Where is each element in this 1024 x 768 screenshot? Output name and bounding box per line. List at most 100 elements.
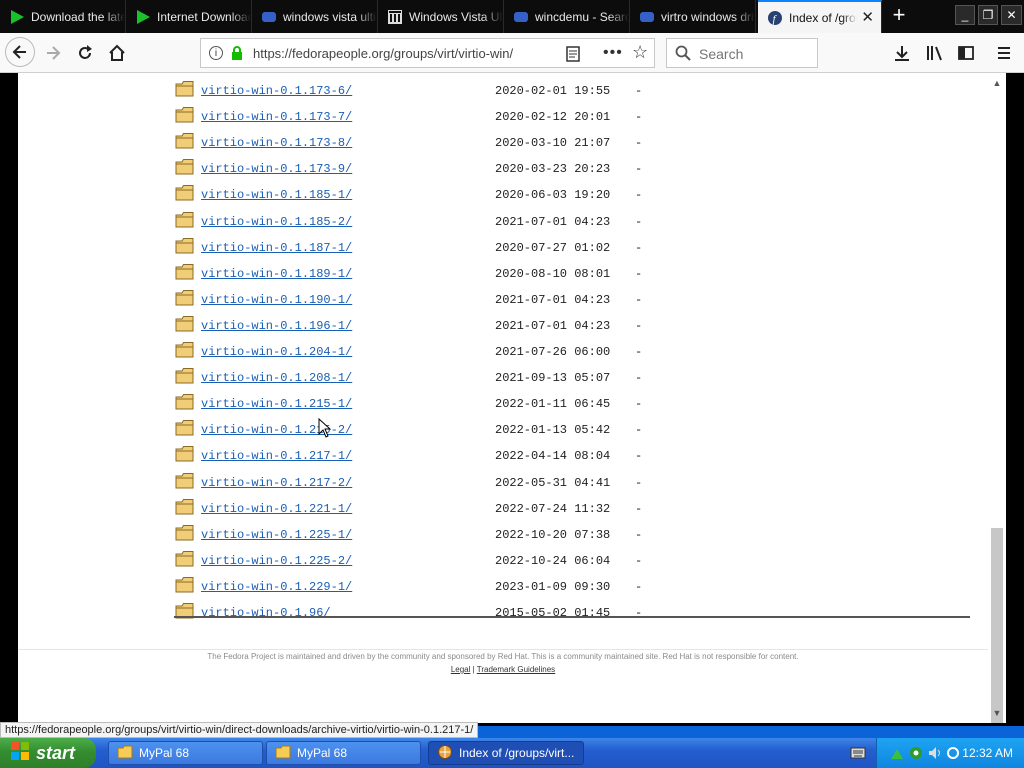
tab-internet-download[interactable]: Internet Download bbox=[126, 0, 252, 33]
vertical-scrollbar[interactable]: ▲ ▼ bbox=[988, 73, 1006, 723]
folder-icon bbox=[175, 132, 195, 149]
tab-title: wincdemu - Search bbox=[535, 9, 629, 24]
folder-link[interactable]: virtio-win-0.1.187-1/ bbox=[201, 241, 352, 255]
folder-link[interactable]: virtio-win-0.1.173-7/ bbox=[201, 110, 352, 124]
folder-link[interactable]: virtio-win-0.1.217-1/ bbox=[201, 449, 352, 463]
tab-wincdemu-search[interactable]: wincdemu - Search bbox=[504, 0, 630, 33]
clock[interactable]: 12:32 AM bbox=[962, 746, 1013, 760]
minimize-button[interactable]: _ bbox=[955, 5, 975, 25]
tab-title: Internet Download bbox=[157, 9, 251, 24]
folder-link[interactable]: virtio-win-0.1.173-9/ bbox=[201, 162, 352, 176]
folder-link[interactable]: virtio-win-0.1.204-1/ bbox=[201, 345, 352, 359]
windows-logo-icon bbox=[10, 741, 30, 766]
info-icon[interactable]: i bbox=[209, 46, 223, 60]
size: - bbox=[635, 553, 643, 568]
folder-icon bbox=[117, 745, 133, 762]
footer-links: Legal | Trademark Guidelines bbox=[18, 665, 988, 674]
listing-row: virtio-win-0.1.190-1/2021-07-01 04:23 - bbox=[18, 289, 988, 317]
close-tab-icon[interactable]: ✕ bbox=[861, 10, 874, 25]
tab-windows-vista-search[interactable]: windows vista ultimate bbox=[252, 0, 378, 33]
home-icon bbox=[109, 44, 125, 61]
folder-link[interactable]: virtio-win-0.1.215-1/ bbox=[201, 397, 352, 411]
taskbar-button-browser[interactable]: Index of /groups/virt... bbox=[428, 741, 584, 765]
legal-link[interactable]: Legal bbox=[451, 665, 471, 674]
trademark-guidelines-link[interactable]: Trademark Guidelines bbox=[477, 665, 555, 674]
folder-icon bbox=[175, 106, 195, 123]
folder-icon bbox=[175, 315, 195, 332]
restore-button[interactable]: ❐ bbox=[978, 5, 998, 25]
lock-icon[interactable] bbox=[230, 46, 244, 66]
size: - bbox=[635, 423, 643, 438]
volume-icon[interactable] bbox=[927, 745, 943, 764]
search-icon bbox=[675, 45, 691, 66]
size: - bbox=[635, 240, 643, 255]
folder-icon bbox=[175, 263, 195, 280]
folder-icon bbox=[175, 498, 195, 515]
downloads-button[interactable] bbox=[888, 39, 916, 67]
tab-windows-vista-archive[interactable]: Windows Vista Ultimate bbox=[378, 0, 504, 33]
scrollbar-thumb[interactable] bbox=[991, 528, 1003, 723]
folder-link[interactable]: virtio-win-0.1.189-1/ bbox=[201, 267, 352, 281]
listing-row: virtio-win-0.1.217-1/2022-04-14 08:04 - bbox=[18, 445, 988, 473]
listing-row: virtio-win-0.1.217-2/2022-05-31 04:41 - bbox=[18, 472, 988, 500]
folder-link[interactable]: virtio-win-0.1.190-1/ bbox=[201, 293, 352, 307]
size: - bbox=[635, 397, 643, 412]
scroll-down-arrow-icon[interactable]: ▼ bbox=[989, 705, 1005, 721]
reader-view-icon[interactable] bbox=[566, 46, 580, 67]
keyboard-icon[interactable] bbox=[850, 746, 866, 765]
size: - bbox=[635, 110, 643, 125]
folder-link[interactable]: virtio-win-0.1.229-1/ bbox=[201, 580, 352, 594]
search-bar[interactable] bbox=[666, 38, 818, 68]
taskbar-button-label: MyPal 68 bbox=[139, 746, 190, 760]
last-modified: 2021-07-01 04:23 bbox=[495, 214, 611, 229]
forward-button[interactable] bbox=[39, 39, 67, 67]
scroll-up-arrow-icon[interactable]: ▲ bbox=[989, 75, 1005, 91]
reload-button[interactable] bbox=[71, 39, 99, 67]
fedora-icon: f bbox=[767, 10, 783, 26]
folder-icon bbox=[175, 419, 195, 436]
folder-link[interactable]: virtio-win-0.1.221-1/ bbox=[201, 502, 352, 516]
bookmark-star-icon[interactable]: ☆ bbox=[632, 42, 648, 63]
listing-divider bbox=[174, 616, 970, 618]
menu-button[interactable] bbox=[990, 39, 1018, 67]
taskbar-button-mypal-2[interactable]: MyPal 68 bbox=[266, 741, 421, 765]
folder-link[interactable]: virtio-win-0.1.225-2/ bbox=[201, 554, 352, 568]
folder-link[interactable]: virtio-win-0.1.225-1/ bbox=[201, 528, 352, 542]
folder-link[interactable]: virtio-win-0.1.173-8/ bbox=[201, 136, 352, 150]
size: - bbox=[635, 162, 643, 177]
tab-index-of-groups[interactable]: f Index of /groups/virt ✕ bbox=[758, 0, 882, 33]
search-input[interactable] bbox=[697, 45, 811, 63]
folder-link[interactable]: virtio-win-0.1.217-2/ bbox=[201, 476, 352, 490]
url-bar[interactable]: i https://fedorapeople.org/groups/virt/v… bbox=[200, 38, 655, 68]
tab-virtro-drivers[interactable]: virtro windows drivers bbox=[630, 0, 756, 33]
folder-icon bbox=[175, 524, 195, 541]
taskbar-button-mypal-1[interactable]: MyPal 68 bbox=[108, 741, 263, 765]
start-button[interactable]: start bbox=[0, 738, 96, 768]
size: - bbox=[635, 318, 643, 333]
security-icon[interactable] bbox=[908, 745, 924, 764]
folder-link[interactable]: virtio-win-0.1.208-1/ bbox=[201, 371, 352, 385]
folder-icon bbox=[175, 445, 195, 462]
close-window-button[interactable]: ✕ bbox=[1001, 5, 1022, 25]
library-button[interactable] bbox=[920, 39, 948, 67]
folder-link[interactable]: virtio-win-0.1.185-2/ bbox=[201, 215, 352, 229]
sidebar-button[interactable] bbox=[952, 39, 980, 67]
size: - bbox=[635, 292, 643, 307]
folder-link[interactable]: virtio-win-0.1.196-1/ bbox=[201, 319, 352, 333]
listing-row: virtio-win-0.1.173-6/2020-02-01 19:55 - bbox=[18, 80, 988, 108]
home-button[interactable] bbox=[103, 39, 131, 67]
tab-download-latest[interactable]: Download the latest bbox=[0, 0, 126, 33]
folder-link[interactable]: virtio-win-0.1.173-6/ bbox=[201, 84, 352, 98]
sync-icon[interactable] bbox=[945, 745, 961, 764]
forward-arrow-icon bbox=[47, 46, 61, 60]
back-button[interactable] bbox=[5, 37, 35, 67]
folder-icon bbox=[175, 576, 195, 593]
page-footer: The Fedora Project is maintained and dri… bbox=[18, 649, 988, 679]
new-tab-button[interactable]: + bbox=[888, 4, 910, 28]
network-icon[interactable] bbox=[889, 745, 905, 764]
folder-link[interactable]: virtio-win-0.1.185-1/ bbox=[201, 188, 352, 202]
last-modified: 2020-07-27 01:02 bbox=[495, 240, 611, 255]
folder-icon bbox=[175, 80, 195, 97]
mouse-cursor-icon bbox=[318, 417, 332, 443]
page-actions-icon[interactable]: ••• bbox=[603, 44, 623, 62]
